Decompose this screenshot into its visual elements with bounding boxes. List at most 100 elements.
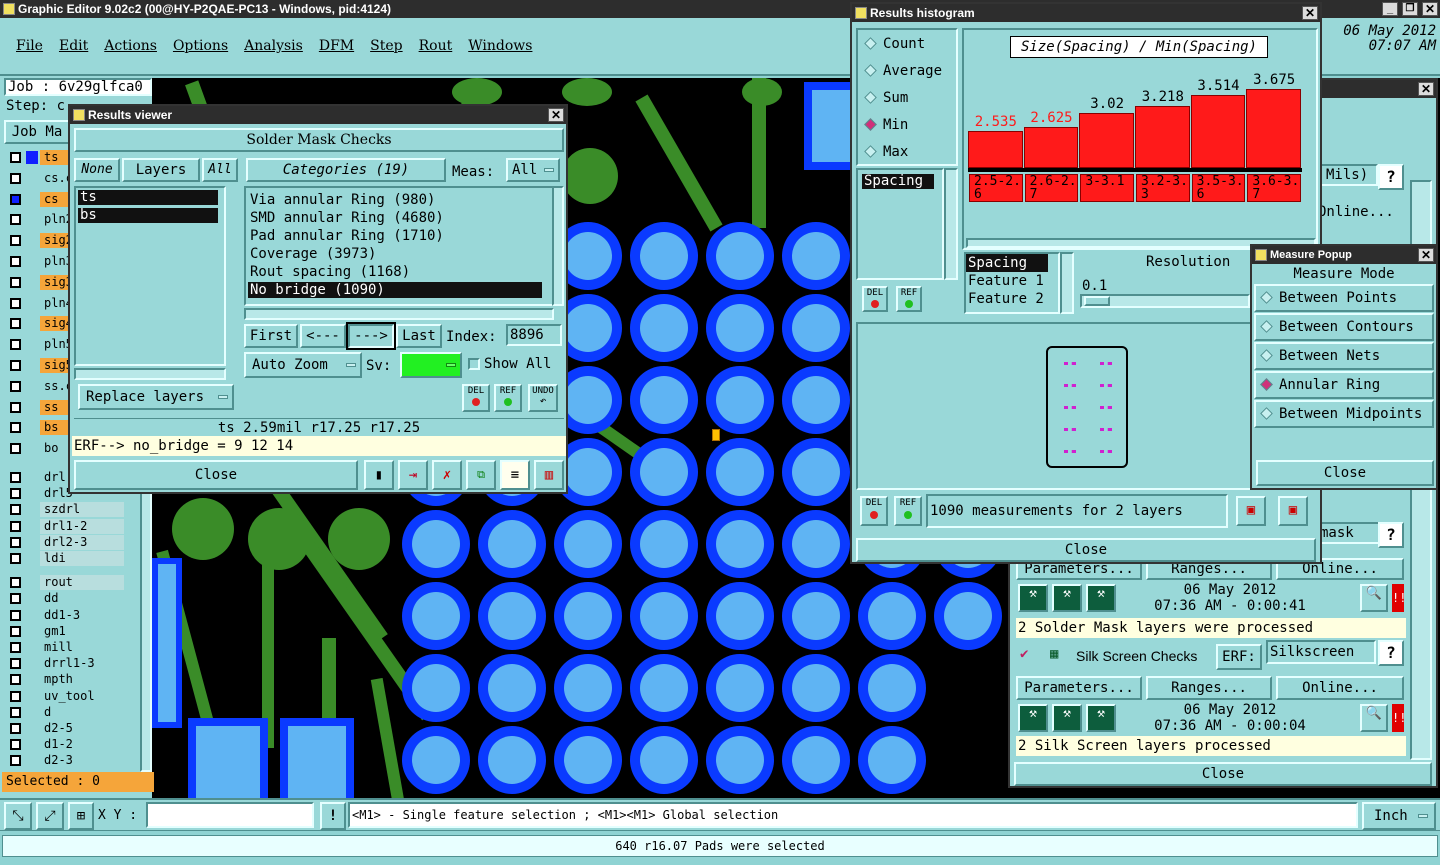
layer-checkbox[interactable] [10, 401, 21, 413]
silk-check-icon[interactable]: ✔ [1020, 646, 1028, 662]
minimize-icon[interactable]: _ [1382, 2, 1398, 16]
layer-checkbox[interactable] [10, 739, 21, 751]
ref-button[interactable]: REF [494, 384, 522, 412]
layer-row[interactable]: d2-5 [6, 721, 124, 736]
app-close-icon[interactable]: ✕ [1422, 2, 1438, 16]
layer-checkbox[interactable] [10, 755, 21, 767]
category-item[interactable]: Pad annular Ring (1710) [248, 228, 542, 244]
histogram-bar[interactable] [1079, 112, 1134, 168]
layer-name[interactable]: d [40, 704, 124, 720]
layer-checkbox[interactable] [10, 214, 21, 226]
layer-list-item[interactable]: ts [78, 190, 218, 205]
layer-name[interactable]: dd1-3 [40, 607, 124, 623]
layer-checkbox[interactable] [10, 172, 21, 184]
measure-popup-close-button[interactable]: Close [1256, 460, 1434, 486]
auto-zoom-dropdown[interactable]: Auto Zoom [244, 352, 362, 378]
layer-row[interactable]: d2-3 [6, 753, 124, 769]
category-vscroll[interactable] [552, 186, 564, 306]
aggregate-option[interactable]: Average [864, 63, 942, 79]
layer-checkbox[interactable] [10, 690, 21, 702]
field-item[interactable]: Spacing [966, 254, 1048, 272]
prev-button[interactable]: <--- [300, 324, 346, 348]
layer-checkbox[interactable] [10, 443, 21, 455]
menu-rout[interactable]: Rout [419, 38, 453, 54]
layers-button[interactable]: Layers [122, 158, 200, 182]
layer-row[interactable]: dd [6, 591, 124, 607]
layer-checkbox[interactable] [10, 193, 21, 205]
layer-name[interactable]: d2-5 [40, 721, 124, 736]
layer-row[interactable]: szdrl [6, 502, 124, 518]
slider-thumb[interactable] [1084, 296, 1110, 306]
layer-checkbox[interactable] [10, 380, 21, 392]
layer-name[interactable]: szdrl [40, 502, 124, 518]
field-item[interactable]: Feature 2 [966, 290, 1058, 308]
categories-button[interactable]: Categories (19) [246, 158, 446, 182]
histogram-close-icon[interactable]: ✕ [1302, 6, 1318, 20]
field-scrollbar[interactable] [1060, 252, 1074, 314]
radio-diamond-icon[interactable] [1260, 349, 1273, 362]
measure-mode-option[interactable]: Annular Ring [1254, 371, 1434, 399]
menu-file[interactable]: File [16, 38, 43, 54]
menu-step[interactable]: Step [370, 38, 402, 54]
layer-checkbox[interactable] [10, 360, 21, 371]
measure-mode-option[interactable]: Between Contours [1254, 313, 1434, 341]
layer-checkbox[interactable] [10, 706, 21, 718]
replace-layers-dropdown[interactable]: Replace layers [78, 384, 234, 410]
layer-checkbox[interactable] [10, 297, 21, 309]
metric-list[interactable]: Spacing [856, 168, 944, 280]
menu-analysis[interactable]: Analysis [244, 38, 303, 54]
hist-del-button-2[interactable]: DEL [860, 496, 888, 526]
measure-mode-option[interactable]: Between Points [1254, 284, 1434, 312]
zoom-icon[interactable]: 🔍 [1360, 584, 1388, 612]
layer-checkbox[interactable] [10, 520, 21, 532]
run-icon[interactable]: ▮ [364, 460, 394, 490]
run-check-icon[interactable]: ⚒ [1086, 704, 1116, 732]
layer-name[interactable]: gm1 [40, 623, 124, 639]
radio-diamond-icon[interactable] [1260, 320, 1273, 333]
menu-windows[interactable]: Windows [468, 38, 532, 54]
layer-name[interactable]: d1-2 [40, 737, 124, 753]
run-check-icon[interactable]: ⚒ [1018, 584, 1048, 612]
aggregate-option[interactable]: Count [864, 36, 925, 52]
layer-checkbox[interactable] [10, 609, 21, 621]
layer-row[interactable]: drl1-2 [6, 518, 124, 534]
layer-checkbox[interactable] [10, 339, 21, 351]
zoom-area-icon[interactable]: ⤢ [36, 802, 64, 830]
layer-checkbox[interactable] [10, 235, 21, 247]
ranges-button[interactable]: Ranges... [1146, 676, 1272, 700]
export-chart-icon[interactable]: ▣ [1236, 496, 1266, 526]
run-check-icon[interactable]: ⚒ [1086, 584, 1116, 612]
del-button[interactable]: DEL [462, 384, 490, 412]
run-check-icon[interactable]: ⚒ [1052, 704, 1082, 732]
radio-diamond-icon[interactable] [864, 91, 877, 104]
zoom-icon[interactable]: 🔍 [1360, 704, 1388, 732]
category-hscroll[interactable] [244, 308, 554, 320]
histogram-bar[interactable] [1135, 105, 1190, 168]
radio-diamond-icon[interactable] [864, 64, 877, 77]
meas-dropdown[interactable]: All [506, 158, 560, 182]
layer-row[interactable]: drl2-3 [6, 534, 124, 550]
field-list[interactable]: Spacing Feature 1 Feature 2 [964, 252, 1060, 314]
radio-diamond-icon[interactable] [1260, 407, 1273, 420]
layer-checkbox[interactable] [10, 577, 21, 589]
histogram-bar[interactable] [1246, 89, 1301, 168]
radio-diamond-icon[interactable] [864, 145, 877, 158]
layer-name[interactable]: rout [40, 575, 124, 591]
next-button[interactable]: ---> [346, 322, 396, 350]
histogram-bar[interactable] [1023, 127, 1079, 168]
layer-row[interactable]: gm1 [6, 623, 124, 639]
measure-mode-option[interactable]: Between Nets [1254, 342, 1434, 370]
xy-input[interactable] [146, 802, 314, 828]
histogram-icon[interactable]: ▥ [534, 460, 564, 490]
layer-row[interactable]: uv_tool [6, 688, 124, 704]
exit-icon[interactable]: ⇥ [398, 460, 428, 490]
run-check-icon[interactable]: ⚒ [1018, 704, 1048, 732]
checklist-close-button[interactable]: Close [1014, 762, 1432, 786]
layer-checkbox[interactable] [10, 488, 21, 500]
layer-checkbox[interactable] [10, 536, 21, 548]
layer-name[interactable]: dd [40, 591, 124, 607]
last-button[interactable]: Last [396, 324, 442, 348]
layer-row[interactable]: dd1-3 [6, 607, 124, 623]
layer-row[interactable]: rout [6, 575, 124, 591]
hist-del-button[interactable]: DEL [862, 286, 888, 312]
